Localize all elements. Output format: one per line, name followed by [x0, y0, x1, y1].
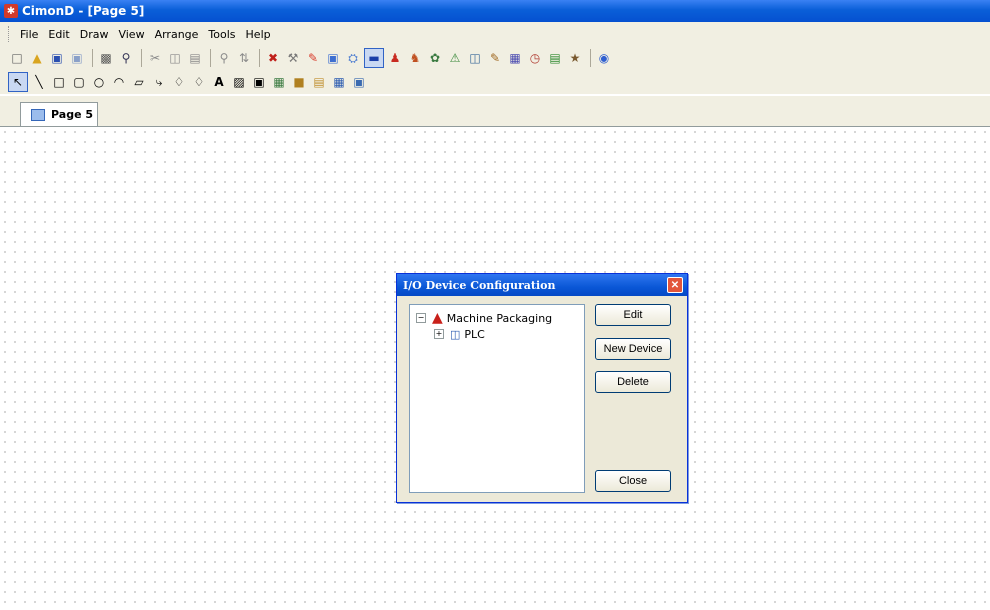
edit-button[interactable]: Edit [595, 304, 671, 326]
draw-toolbar: ↖ ╲ □ ▢ ○ ◠ ▱ ⤷ ♢ ♢ A ▨ ▣ ▦ ■ ▤ ▦ ▣ [0, 70, 990, 94]
cut-icon[interactable]: ✂ [146, 49, 164, 67]
rectangle-icon[interactable]: □ [50, 73, 68, 91]
separator [141, 49, 142, 67]
replace-icon[interactable]: ⇅ [235, 49, 253, 67]
alarm-icon[interactable]: ⚠ [446, 49, 464, 67]
menu-draw[interactable]: Draw [78, 28, 117, 41]
tab-label: Page 5 [51, 108, 94, 121]
arc-icon[interactable]: ◠ [110, 73, 128, 91]
page-icon [31, 108, 45, 121]
shape-icon[interactable]: ♢ [170, 73, 188, 91]
copy-icon[interactable]: ◫ [166, 49, 184, 67]
polygon-icon[interactable]: ▱ [130, 73, 148, 91]
new-device-button[interactable]: New Device [595, 338, 671, 360]
io-device-configuration-dialog: I/O Device Configuration ✕ − ▲ Machine P… [396, 273, 688, 503]
collapse-icon[interactable]: − [416, 313, 426, 323]
rounded-rectangle-icon[interactable]: ▢ [70, 73, 88, 91]
menu-arrange[interactable]: Arrange [153, 28, 207, 41]
tree-item-label: PLC [464, 327, 485, 341]
dialog-title: I/O Device Configuration [403, 278, 556, 292]
polyline-icon[interactable]: ⤷ [150, 73, 168, 91]
tab-page-5[interactable]: Page 5 [20, 102, 98, 126]
delete-button[interactable]: Delete [595, 371, 671, 393]
document-icon[interactable]: ✎ [486, 49, 504, 67]
app-icon: ✱ [4, 4, 18, 18]
close-icon[interactable]: ✕ [667, 277, 683, 293]
window-icon[interactable]: ▣ [324, 49, 342, 67]
table-object-icon[interactable]: ▦ [330, 73, 348, 91]
window-title: CimonD - [Page 5] [22, 4, 145, 18]
close-button[interactable]: Close [595, 470, 671, 492]
tree-item-machine-packaging[interactable]: − ▲ Machine Packaging [416, 310, 552, 326]
separator [92, 49, 93, 67]
user-icon[interactable]: ♟ [386, 49, 404, 67]
open-folder-icon[interactable]: ▲ [28, 49, 46, 67]
separator [210, 49, 211, 67]
text-icon[interactable]: A [210, 73, 228, 91]
symbol-icon[interactable]: ■ [290, 73, 308, 91]
picture-object-icon[interactable]: ▣ [350, 73, 368, 91]
tree-item-plc[interactable]: + ◫ PLC [434, 326, 485, 342]
save-icon[interactable]: ▣ [48, 49, 66, 67]
image-object-icon[interactable]: ▦ [270, 73, 288, 91]
tree-item-label: Machine Packaging [446, 311, 553, 325]
menu-help[interactable]: Help [244, 28, 279, 41]
pencil-icon[interactable]: ✎ [304, 49, 322, 67]
script-icon[interactable]: ✿ [426, 49, 444, 67]
find-icon[interactable]: ⚲ [215, 49, 233, 67]
tools-icon[interactable]: ⚒ [284, 49, 302, 67]
separator [590, 49, 591, 67]
paste-icon[interactable]: ▤ [186, 49, 204, 67]
menu-tools[interactable]: Tools [206, 28, 243, 41]
separator [259, 49, 260, 67]
plc-icon: ◫ [450, 327, 461, 341]
help-icon[interactable]: ◉ [595, 49, 613, 67]
ellipse-icon[interactable]: ○ [90, 73, 108, 91]
users-icon[interactable]: ♞ [406, 49, 424, 67]
device-icon[interactable]: ⛭ [344, 49, 362, 67]
expand-icon[interactable]: + [434, 329, 444, 339]
plugin-icon[interactable]: ★ [566, 49, 584, 67]
menu-bar: File Edit Draw View Arrange Tools Help [0, 22, 990, 46]
chart-icon[interactable]: ▤ [546, 49, 564, 67]
gauge-icon[interactable]: ▤ [310, 73, 328, 91]
save-all-icon[interactable]: ▣ [68, 49, 86, 67]
button-object-icon[interactable]: ▣ [250, 73, 268, 91]
tab-strip: Page 5 [0, 96, 990, 127]
title-bar: ✱ CimonD - [Page 5] [0, 0, 990, 22]
report-icon[interactable]: ▦ [506, 49, 524, 67]
new-file-icon[interactable]: □ [8, 49, 26, 67]
dialog-title-bar: I/O Device Configuration ✕ [397, 274, 687, 296]
standard-toolbar: □ ▲ ▣ ▣ ▩ ⚲ ✂ ◫ ▤ ⚲ ⇅ ✖ ⚒ ✎ ▣ ⛭ ▬ ♟ ♞ ✿ … [0, 46, 990, 70]
stop-icon[interactable]: ✖ [264, 49, 282, 67]
grid-active-icon[interactable]: ▬ [364, 48, 384, 68]
print-icon[interactable]: ▩ [97, 49, 115, 67]
database-icon[interactable]: ◫ [466, 49, 484, 67]
project-icon: ▲ [432, 310, 443, 326]
text-box-icon[interactable]: ▨ [230, 73, 248, 91]
shape-alt-icon[interactable]: ♢ [190, 73, 208, 91]
clock-icon[interactable]: ◷ [526, 49, 544, 67]
print-preview-icon[interactable]: ⚲ [117, 49, 135, 67]
line-icon[interactable]: ╲ [30, 73, 48, 91]
device-tree[interactable]: − ▲ Machine Packaging + ◫ PLC [409, 304, 585, 493]
menu-edit[interactable]: Edit [46, 28, 77, 41]
select-pointer-icon[interactable]: ↖ [8, 72, 28, 92]
menu-grip [8, 26, 12, 42]
menu-file[interactable]: File [18, 28, 46, 41]
menu-view[interactable]: View [116, 28, 152, 41]
